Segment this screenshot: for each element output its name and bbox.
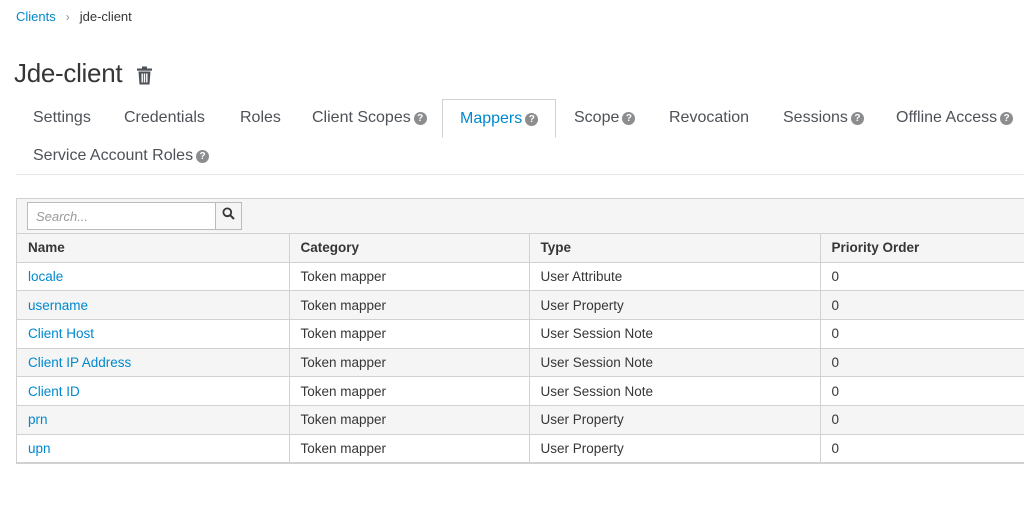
cell-category: Token mapper [289,319,530,349]
tab-label: Revocation [669,109,750,126]
table-row: Client ID Token mapper User Session Note… [17,376,1024,406]
cell-category: Token mapper [289,434,530,464]
tab-label: Scope [574,109,620,126]
table-row: upn Token mapper User Property 0 [17,434,1024,464]
column-header-priority-order[interactable]: Priority Order [820,234,1024,263]
cell-name: Client ID [17,376,290,406]
cell-name: username [17,290,290,320]
help-icon[interactable]: ? [196,150,210,163]
tab-scope[interactable]: Scope? [557,99,652,137]
cell-priority: 0 [820,376,1024,406]
search-box [27,202,1024,230]
cell-name: Client IP Address [17,348,290,378]
cell-type: User Property [529,290,821,320]
table-row: Client Host Token mapper User Session No… [17,319,1024,349]
tab-bar: Settings Credentials Roles Client Scopes… [16,99,1024,175]
tab-service-account-roles[interactable]: Service Account Roles? [16,137,226,175]
help-icon[interactable]: ? [1000,112,1014,125]
tab-revocation[interactable]: Revocation [652,99,766,137]
mapper-link[interactable]: upn [28,441,51,456]
mapper-link[interactable]: Client IP Address [28,355,131,370]
cell-type: User Attribute [529,262,821,292]
cell-priority: 0 [820,262,1024,292]
column-header-category[interactable]: Category [289,234,530,263]
cell-type: User Session Note [529,376,821,406]
page: Clients › jde-client Jde-client Settings… [0,0,1024,513]
cell-category: Token mapper [289,262,530,292]
table-row: Client IP Address Token mapper User Sess… [17,348,1024,378]
page-title: Jde-client [14,58,123,88]
search-icon [222,207,235,225]
tab-label: Mappers [460,110,523,127]
search-button[interactable] [215,202,242,230]
table-header-row: Name Category Type Priority Order [17,234,1024,263]
cell-priority: 0 [820,290,1024,320]
tab-label: Client Scopes [312,109,411,126]
column-header-name[interactable]: Name [17,234,290,263]
cell-category: Token mapper [289,290,530,320]
cell-category: Token mapper [289,376,530,406]
mappers-table-container: Name Category Type Priority Order locale… [16,198,1024,465]
mappers-table: Name Category Type Priority Order locale… [17,234,1024,464]
help-icon[interactable]: ? [525,113,539,126]
mapper-link[interactable]: Client ID [28,384,80,399]
help-icon[interactable]: ? [413,112,427,125]
cell-name: locale [17,262,290,292]
tab-label: Credentials [124,109,205,126]
table-row: locale Token mapper User Attribute 0 [17,262,1024,292]
tab-mappers[interactable]: Mappers? [442,99,557,138]
tab-label: Settings [33,109,91,126]
tab-label: Offline Access [896,109,998,126]
cell-category: Token mapper [289,348,530,378]
cell-priority: 0 [820,348,1024,378]
mapper-link[interactable]: Client Host [28,326,94,341]
tab-sessions[interactable]: Sessions? [766,99,881,137]
cell-name: prn [17,405,290,435]
cell-type: User Session Note [529,348,821,378]
tab-offline-access[interactable]: Offline Access? [879,99,1024,137]
cell-priority: 0 [820,434,1024,464]
mapper-link[interactable]: username [28,298,88,313]
trash-icon[interactable] [136,66,153,85]
tab-settings[interactable]: Settings [16,99,108,137]
cell-name: Client Host [17,319,290,349]
table-row: prn Token mapper User Property 0 [17,405,1024,435]
cell-priority: 0 [820,319,1024,349]
tab-client-scopes[interactable]: Client Scopes? [295,99,444,137]
mapper-link[interactable]: prn [28,412,48,427]
cell-type: User Session Note [529,319,821,349]
help-icon[interactable]: ? [622,112,636,125]
column-header-type[interactable]: Type [529,234,821,263]
table-row: username Token mapper User Property 0 [17,290,1024,320]
breadcrumb-current: jde-client [79,9,132,24]
tab-credentials[interactable]: Credentials [107,99,222,137]
breadcrumb: Clients › jde-client [16,9,132,24]
cell-category: Token mapper [289,405,530,435]
tab-label: Sessions [783,109,848,126]
search-input[interactable] [27,202,215,230]
title-row: Jde-client [14,58,153,89]
breadcrumb-separator: › [65,9,70,24]
mapper-link[interactable]: locale [28,269,63,284]
cell-priority: 0 [820,405,1024,435]
cell-type: User Property [529,434,821,464]
tab-label: Roles [240,109,281,126]
breadcrumb-clients-link[interactable]: Clients [16,9,56,24]
tab-roles[interactable]: Roles [223,99,298,137]
help-icon[interactable]: ? [850,112,864,125]
table-toolbar [17,199,1024,234]
cell-name: upn [17,434,290,464]
cell-type: User Property [529,405,821,435]
tab-label: Service Account Roles [33,147,194,164]
